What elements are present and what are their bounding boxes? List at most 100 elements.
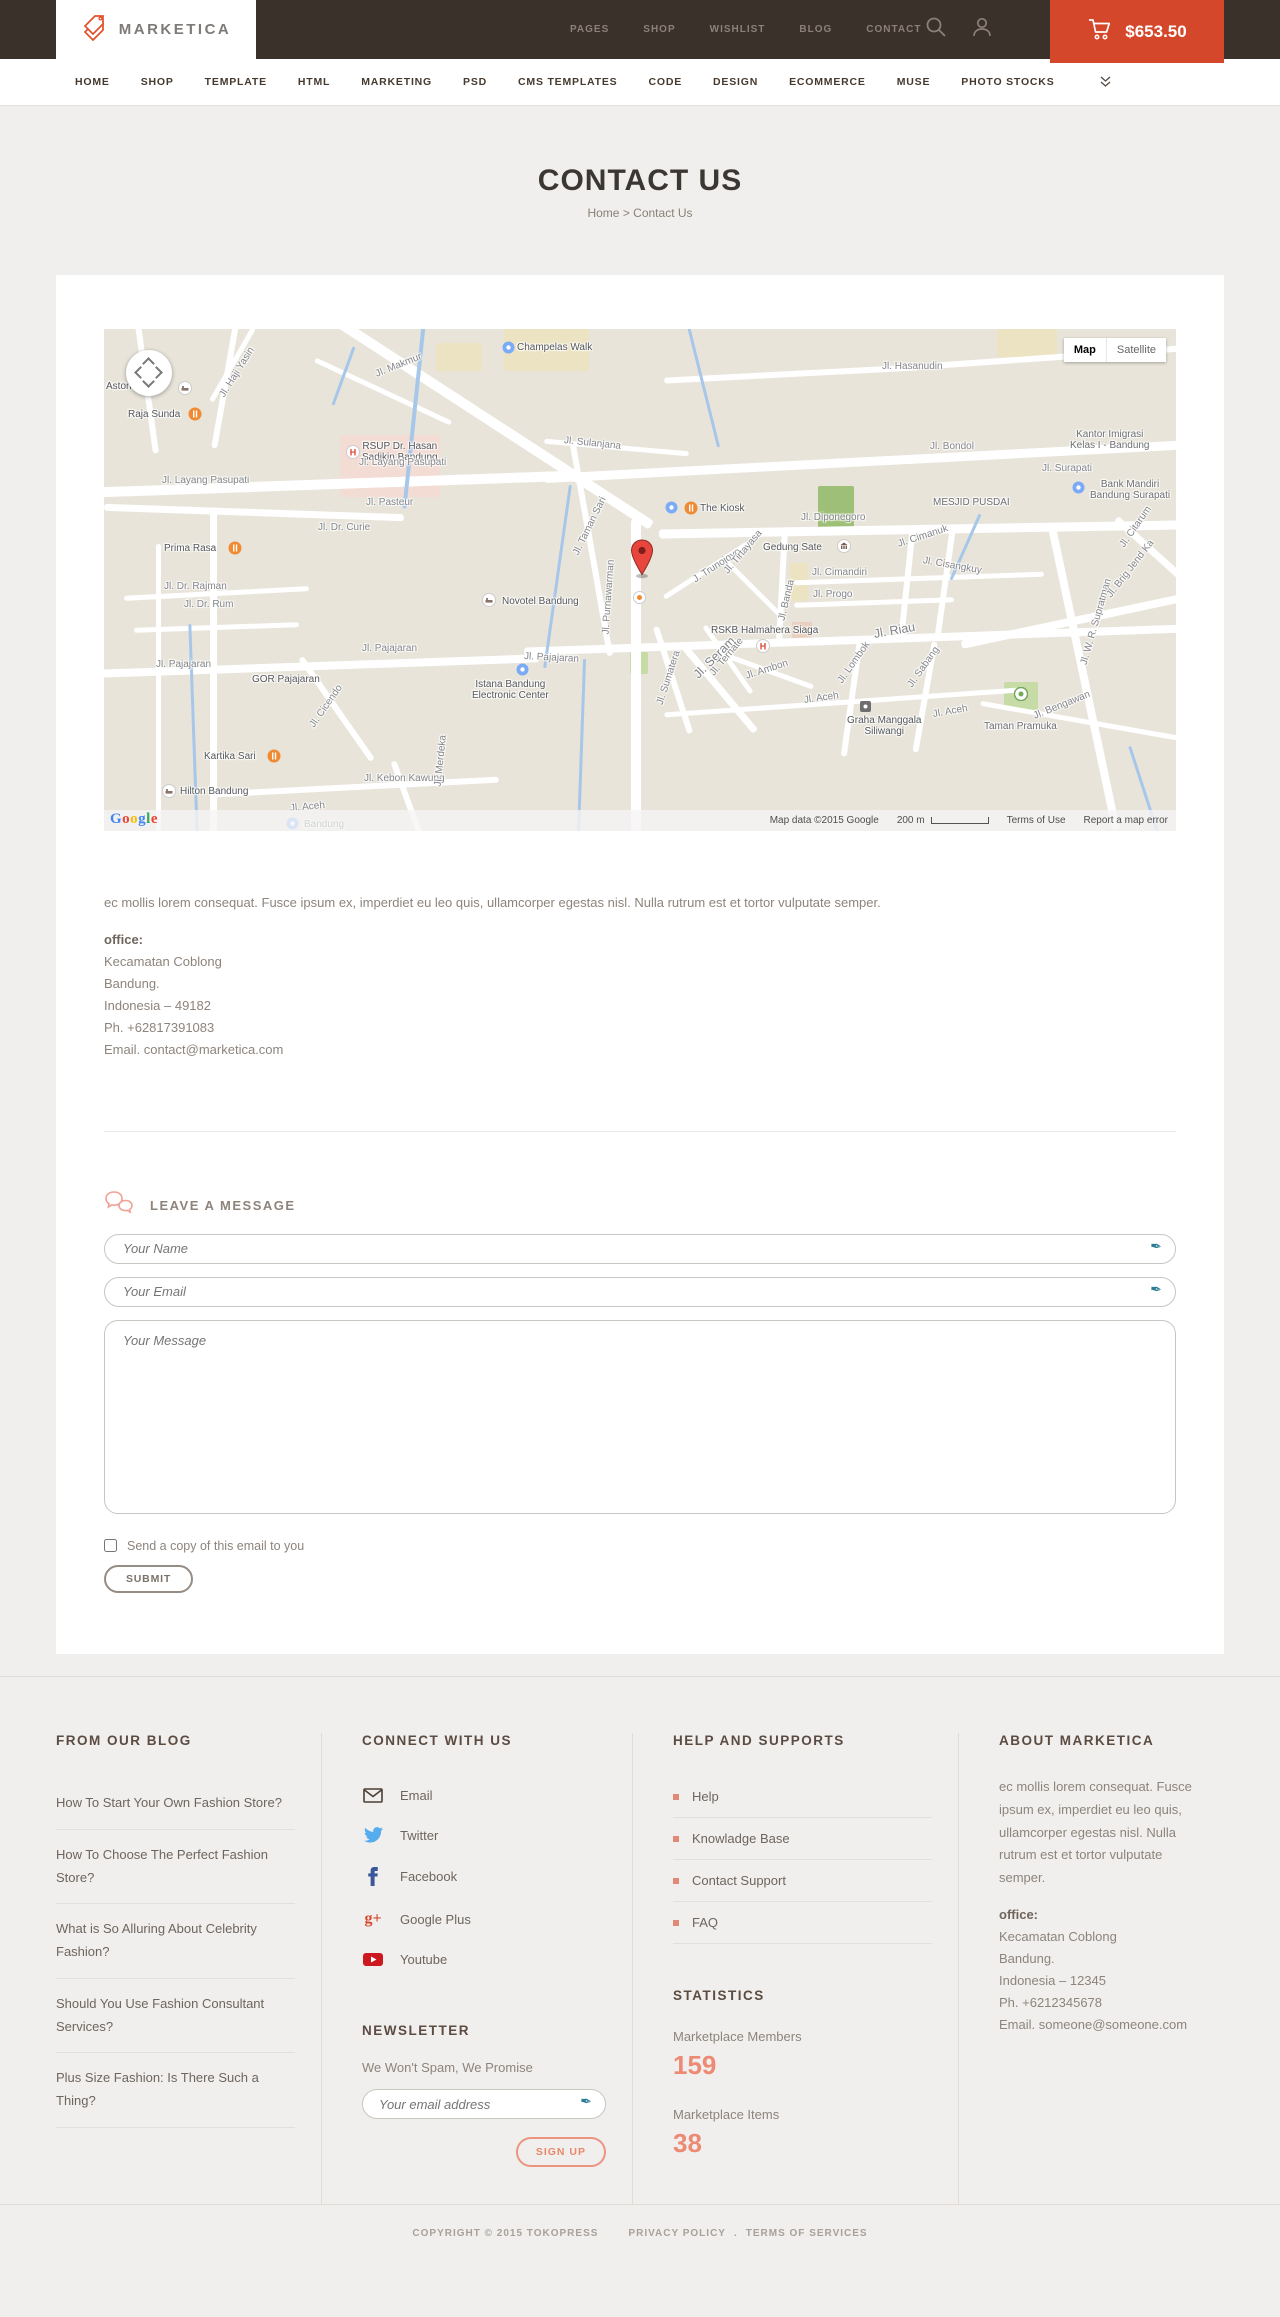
catnav-design[interactable]: DESIGN (713, 76, 758, 88)
header-nav-blog[interactable]: BLOG (799, 24, 832, 35)
map-attribution: Map data ©2015 Google 200 m Terms of Use… (104, 810, 1176, 831)
terms-of-use-link[interactable]: Terms of Use (1007, 815, 1066, 826)
catnav-marketing[interactable]: MARKETING (361, 76, 432, 88)
help-link[interactable]: FAQ (673, 1902, 932, 1944)
cart-icon (1087, 17, 1113, 46)
header-nav-shop[interactable]: SHOP (643, 24, 675, 35)
connect-facebook-link[interactable]: Facebook (362, 1855, 606, 1898)
connect-email-link[interactable]: Email (362, 1776, 606, 1815)
map-poi-hospital-icon: H (346, 445, 360, 459)
footer-about-column: ABOUT MARKETICA ec mollis lorem consequa… (959, 1733, 1224, 2204)
submit-button[interactable]: SUBMIT (104, 1564, 194, 1593)
map-poi-blue-icon (665, 501, 679, 515)
email-field-wrap: ✒ (104, 1276, 1176, 1307)
about-heading: ABOUT MARKETICA (999, 1733, 1155, 1748)
svg-text:H: H (760, 642, 767, 652)
blog-link[interactable]: What is So Alluring About Celebrity Fash… (56, 1904, 295, 1979)
blog-link[interactable]: How To Choose The Perfect Fashion Store? (56, 1830, 295, 1905)
map-poi-blue-icon (1072, 481, 1086, 495)
connect-twitter-link[interactable]: Twitter (362, 1815, 606, 1855)
catnav-ecommerce[interactable]: ECOMMERCE (789, 76, 866, 88)
connect-google-plus-link[interactable]: g+ Google Plus (362, 1898, 606, 1940)
catnav-muse[interactable]: MUSE (897, 76, 931, 88)
catnav-template[interactable]: TEMPLATE (205, 76, 267, 88)
terms-of-services-link[interactable]: TERMS OF SERVICES (746, 2228, 868, 2239)
blog-link[interactable]: How To Start Your Own Fashion Store? (56, 1778, 295, 1830)
name-input[interactable] (104, 1233, 1176, 1264)
map-label: Graha Manggala Siliwangi (847, 715, 922, 737)
blog-link[interactable]: Should You Use Fashion Consultant Servic… (56, 1979, 295, 2054)
stat-label: Marketplace Members (673, 2029, 802, 2044)
map-area (997, 329, 1057, 357)
catnav-cms-templates[interactable]: CMS TEMPLATES (518, 76, 617, 88)
header-nav-wishlist[interactable]: WISHLIST (710, 24, 766, 35)
satellite-view-button[interactable]: Satellite (1105, 338, 1166, 362)
report-map-error-link[interactable]: Report a map error (1084, 815, 1168, 826)
map-river (576, 659, 587, 831)
map-label: Kantor Imigrasi Kelas I - Bandung (1070, 429, 1150, 451)
top-header: MARKETICA PAGES SHOP WISHLIST BLOG CONTA… (0, 0, 1280, 63)
breadcrumb-home[interactable]: Home (587, 206, 619, 220)
page-title: CONTACT US (537, 164, 743, 197)
square-bullet-icon (673, 1919, 679, 1926)
connect-youtube-link[interactable]: Youtube (362, 1940, 606, 1979)
map-label: Jl. Diponegoro (801, 512, 866, 523)
google-logo[interactable]: Google (110, 811, 158, 828)
office-line: Bandung. (104, 975, 160, 991)
catnav-shop[interactable]: SHOP (141, 76, 174, 88)
sign-up-button[interactable]: SIGN UP (515, 2137, 606, 2167)
privacy-policy-link[interactable]: PRIVACY POLICY (628, 2228, 726, 2239)
breadcrumb: Home > Contact Us (0, 206, 1280, 220)
office-line: Email. someone@someone.com (999, 2016, 1188, 2032)
chevron-double-down-icon[interactable] (1100, 76, 1111, 88)
map-poi-park-icon (1013, 686, 1029, 702)
header-nav-contact[interactable]: CONTACT (866, 24, 921, 35)
map-road (934, 529, 956, 639)
map-label: Novotel Bandung (502, 596, 579, 607)
help-link[interactable]: Knowladge Base (673, 1818, 932, 1860)
square-bullet-icon (673, 1877, 679, 1884)
pan-right-icon[interactable] (150, 366, 163, 379)
svg-text:H: H (350, 448, 357, 458)
google-map[interactable]: Map Satellite Google Map data ©2015 Goog… (104, 329, 1176, 831)
send-copy-checkbox[interactable] (104, 1539, 117, 1552)
catnav-code[interactable]: CODE (648, 76, 682, 88)
newsletter-email-input[interactable] (362, 2089, 606, 2119)
name-field-wrap: ✒ (104, 1233, 1176, 1264)
breadcrumb-separator: > (622, 206, 630, 220)
map-label: Bank Mandiri Bandung Surapati (1090, 479, 1171, 501)
map-road (1047, 525, 1121, 831)
cart-button[interactable]: $653.50 (1050, 0, 1224, 63)
catnav-photo-stocks[interactable]: PHOTO STOCKS (961, 76, 1054, 88)
catnav-html[interactable]: HTML (298, 76, 330, 88)
user-account-icon[interactable] (971, 16, 993, 43)
facebook-icon (362, 1867, 384, 1886)
map-view-button[interactable]: Map (1063, 338, 1106, 362)
chat-bubbles-icon (104, 1190, 134, 1221)
map-label: Jl. Purnawarman (600, 559, 617, 635)
map-label: Jl. Brig Jend Ka (1104, 537, 1157, 600)
pan-down-icon[interactable] (142, 375, 155, 388)
map-label: Taman Pramuka (984, 721, 1057, 732)
message-textarea[interactable] (104, 1319, 1176, 1514)
email-input[interactable] (104, 1276, 1176, 1307)
map-river (543, 484, 572, 669)
map-location-marker[interactable] (630, 539, 654, 584)
map-label: Champelas Walk (517, 342, 593, 353)
help-link[interactable]: Help (673, 1776, 932, 1818)
catnav-psd[interactable]: PSD (463, 76, 487, 88)
map-road (210, 509, 217, 831)
map-label: Jl. Pajajaran (156, 659, 212, 670)
catnav-home[interactable]: HOME (75, 76, 110, 88)
map-label: MESJID PUSDAI (933, 497, 1010, 508)
map-pan-control[interactable] (126, 350, 172, 396)
footer-connect-column: CONNECT WITH US Email Twitter Facebook g… (322, 1733, 633, 2204)
header-nav-pages[interactable]: PAGES (570, 24, 609, 35)
help-link[interactable]: Contact Support (673, 1860, 932, 1902)
map-type-toggle: Map Satellite (1063, 338, 1166, 362)
search-icon[interactable] (925, 16, 947, 43)
logo[interactable]: MARKETICA (56, 0, 256, 59)
blog-link[interactable]: Plus Size Fashion: Is There Such a Thing… (56, 2053, 295, 2128)
page-title-band: CONTACT US Home > Contact Us (0, 106, 1280, 275)
message-field-wrap (104, 1319, 1176, 1519)
